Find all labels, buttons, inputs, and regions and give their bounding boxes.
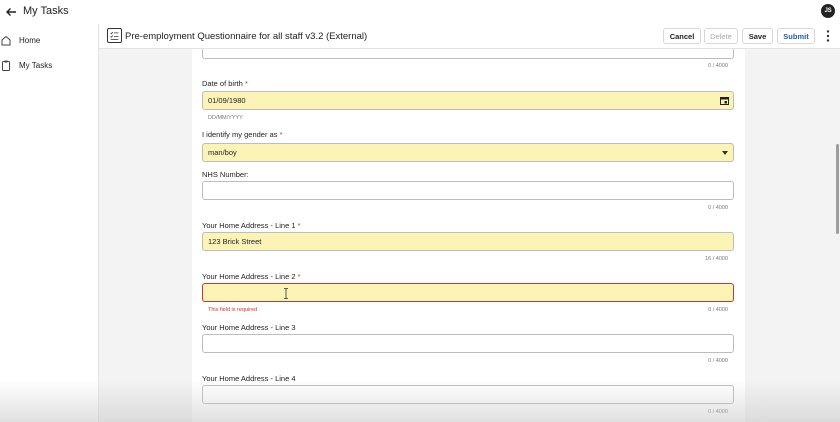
field-label: Your Home Address - Line 4 [202, 374, 296, 383]
char-counter: 0 / 4000 [708, 205, 728, 211]
field-address-line-2: Your Home Address - Line 2 * This field … [202, 272, 734, 322]
cancel-button[interactable]: Cancel [663, 28, 701, 44]
calendar-icon[interactable] [720, 96, 729, 105]
address-line-1-input[interactable]: 123 Brick Street [202, 232, 734, 251]
checklist-icon [107, 28, 122, 43]
field-nhs-number: NHS Number: 0 / 4000 [202, 170, 734, 220]
user-avatar[interactable]: JS [821, 4, 835, 18]
delete-button[interactable]: Delete [704, 28, 738, 44]
char-counter: 0 / 4000 [708, 358, 728, 364]
nhs-number-input[interactable] [202, 181, 734, 200]
field-address-line-1: Your Home Address - Line 1 * 123 Brick S… [202, 221, 734, 271]
char-counter: 16 / 4000 [705, 256, 728, 262]
char-counter: 0 / 4000 [708, 63, 728, 69]
previous-input[interactable] [202, 49, 734, 59]
form-header: Pre-employment Questionnaire for all sta… [99, 24, 840, 49]
text-cursor-icon [284, 288, 288, 299]
field-address-line-3: Your Home Address - Line 3 0 / 4000 [202, 323, 734, 373]
sidebar-item-home[interactable]: Home [0, 30, 98, 50]
top-bar: My Tasks JS [0, 0, 840, 24]
field-label: Your Home Address - Line 3 [202, 323, 296, 332]
gender-select[interactable]: man/boy [202, 143, 734, 162]
field-label: Date of birth * [202, 79, 248, 88]
field-label: Your Home Address - Line 2 * [202, 272, 301, 281]
more-options-icon[interactable] [825, 29, 831, 43]
date-format-hint: DD/MM/YYYY [208, 115, 243, 121]
scrollbar-thumb[interactable] [836, 144, 839, 234]
address-line-4-input[interactable] [202, 385, 734, 404]
field-label: NHS Number: [202, 170, 249, 179]
back-arrow-icon[interactable] [3, 4, 19, 20]
form-panel: 0 / 4000 Date of birth * 01/09/1980 DD/M… [192, 49, 745, 422]
field-label: I identify my gender as * [202, 130, 283, 139]
address-line-3-input[interactable] [202, 334, 734, 353]
error-message: This field is required [208, 307, 258, 313]
sidebar-item-my-tasks[interactable]: My Tasks [0, 55, 98, 75]
field-address-line-4: Your Home Address - Line 4 0 / 4000 [202, 374, 734, 422]
clipboard-icon [2, 60, 10, 71]
chevron-down-icon [722, 151, 728, 155]
sidebar-item-label: My Tasks [19, 60, 53, 70]
char-counter: 0 / 4000 [708, 409, 728, 415]
char-counter: 0 / 4000 [708, 307, 728, 313]
home-icon [1, 35, 11, 45]
address-line-2-input[interactable] [202, 283, 734, 302]
field-label: Your Home Address - Line 1 * [202, 221, 301, 230]
sidebar: Home My Tasks [0, 24, 99, 422]
sidebar-item-label: Home [19, 35, 41, 45]
main-content: Pre-employment Questionnaire for all sta… [99, 24, 840, 422]
submit-button[interactable]: Submit [777, 28, 815, 44]
field-gender: I identify my gender as * man/boy [202, 130, 734, 175]
save-button[interactable]: Save [742, 28, 773, 44]
form-title: Pre-employment Questionnaire for all sta… [125, 31, 368, 42]
app-title: My Tasks [23, 5, 69, 17]
date-of-birth-input[interactable]: 01/09/1980 [202, 91, 734, 110]
